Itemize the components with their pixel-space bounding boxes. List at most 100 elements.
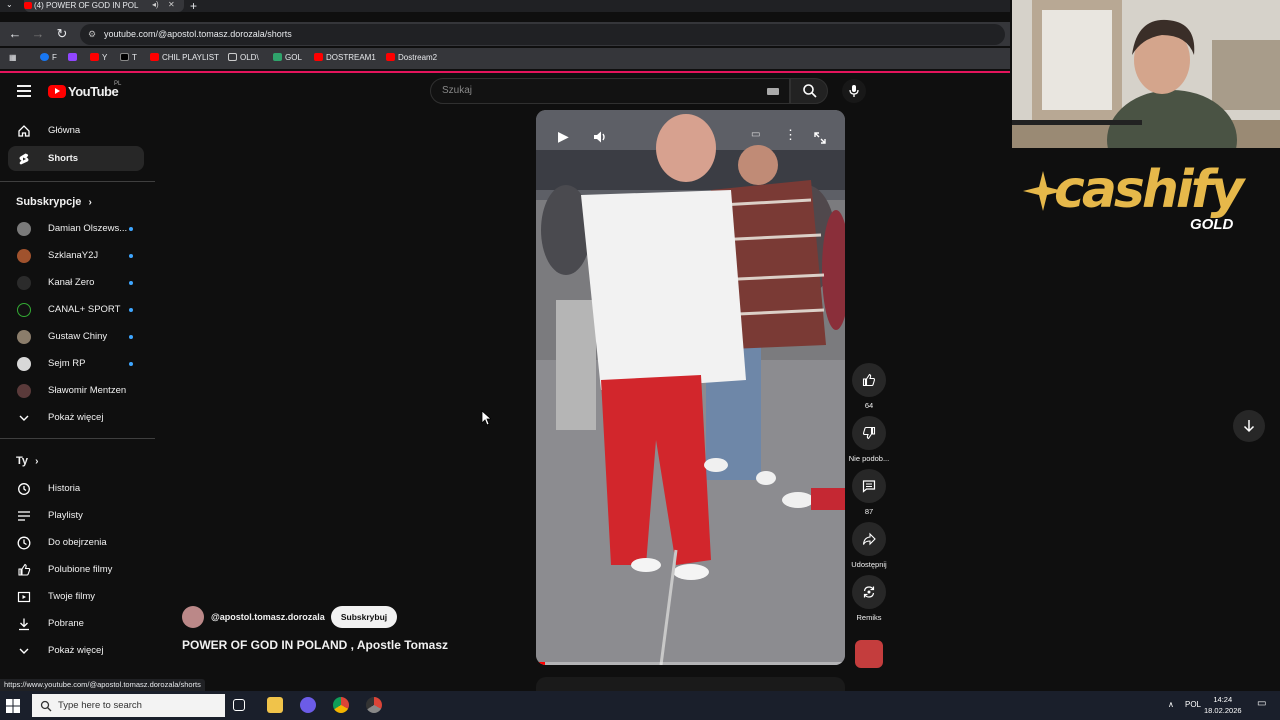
show-more-you[interactable]: Pokaż więcej — [8, 638, 144, 663]
watch-later-icon — [17, 536, 31, 550]
video-frame — [536, 110, 845, 665]
sidebar-item-playlists[interactable]: Playlisty — [8, 503, 144, 528]
file-explorer-icon[interactable] — [267, 697, 283, 713]
more-options-icon[interactable]: ⋮ — [784, 127, 797, 143]
channel-avatar[interactable] — [182, 606, 204, 628]
next-short-button[interactable] — [1233, 410, 1265, 442]
region-code: PL — [114, 81, 122, 87]
playlists-icon — [18, 511, 30, 521]
bookmark-gol[interactable]: GOL — [273, 53, 302, 62]
channel-handle[interactable]: @apostol.tomasz.dorozala — [211, 612, 325, 622]
accent-divider — [0, 71, 1010, 73]
subscribe-button[interactable]: Subskrybuj — [331, 606, 397, 628]
you-header[interactable]: Ty › — [16, 455, 38, 467]
avatar — [17, 276, 31, 290]
your-videos-icon — [17, 591, 31, 603]
task-view-icon[interactable] — [233, 699, 245, 711]
browser-tab[interactable]: (4) POWER OF GOD IN POL — [24, 0, 184, 12]
new-content-dot — [129, 281, 133, 285]
new-content-dot — [129, 362, 133, 366]
bookmark-old-folder[interactable]: OLD\ — [228, 53, 259, 62]
apps-grid-icon[interactable]: ▦ — [9, 53, 17, 62]
sidebar-divider — [0, 438, 155, 439]
channel-avatar-thumbnail[interactable] — [855, 640, 883, 668]
subscriptions-header[interactable]: Subskrypcje › — [16, 196, 92, 208]
url-text: youtube.com/@apostol.tomasz.dorozala/sho… — [104, 29, 292, 39]
remix-label: Remiks — [856, 613, 882, 622]
comment-icon — [862, 480, 876, 493]
reload-button[interactable]: ↻ — [54, 27, 70, 40]
avatar — [17, 222, 31, 236]
subscription-item[interactable]: CANAL+ SPORT — [8, 297, 144, 322]
bookmark-facebook[interactable]: F — [40, 53, 57, 62]
captions-icon[interactable]: ▭ — [751, 129, 760, 140]
share-action[interactable]: Udostępnij — [851, 522, 887, 569]
notification-icon[interactable]: ▭ — [1257, 698, 1266, 709]
subscription-item[interactable]: Sejm RP — [8, 351, 144, 376]
subscription-item[interactable]: Sławomir Mentzen — [8, 378, 144, 403]
youtube-play-icon — [48, 85, 66, 99]
language-indicator[interactable]: POL — [1185, 700, 1201, 709]
taskbar-search-input[interactable]: Type here to search — [32, 694, 225, 717]
search-button[interactable] — [790, 78, 828, 104]
sidebar-item-shorts[interactable]: Shorts — [8, 146, 144, 171]
keyboard-icon[interactable] — [767, 88, 779, 95]
new-tab-button[interactable]: + — [190, 0, 197, 13]
search-input[interactable]: Szukaj — [430, 78, 790, 104]
bookmark-youtube[interactable]: Y — [90, 53, 107, 62]
like-action[interactable]: 64 — [852, 363, 886, 410]
mic-icon — [849, 85, 859, 97]
chevron-down-icon — [19, 648, 29, 654]
remix-icon — [863, 586, 875, 598]
bookmarks-bar: ▦ F Y T CHIL PLAYLIST OLD\ GOL DOSTREAM1… — [0, 48, 1010, 69]
chrome-alt-icon[interactable] — [366, 697, 382, 713]
tab-close-icon[interactable]: ✕ — [168, 0, 175, 9]
search-icon — [40, 700, 52, 712]
menu-icon[interactable] — [17, 85, 31, 97]
sidebar-item-history[interactable]: Historia — [8, 476, 144, 501]
url-field[interactable]: ⚙ youtube.com/@apostol.tomasz.dorozala/s… — [80, 24, 1005, 45]
bookmark-chil-playlist[interactable]: CHIL PLAYLIST — [150, 53, 219, 62]
youtube-logo[interactable]: YouTube PL — [48, 81, 122, 101]
tab-audio-icon[interactable]: ◂) — [152, 0, 159, 9]
bookmark-dostream2[interactable]: Dostream2 — [386, 53, 437, 62]
chrome-icon[interactable] — [333, 697, 349, 713]
forward-button[interactable]: → — [30, 27, 46, 40]
tab-title: (4) POWER OF GOD IN POL — [34, 1, 139, 10]
voice-search-button[interactable] — [842, 79, 866, 103]
sidebar-item-liked[interactable]: Polubione filmy — [8, 557, 144, 582]
play-icon[interactable]: ▶ — [558, 128, 569, 145]
tab-search-icon[interactable]: ⌄ — [6, 0, 13, 9]
bookmark-x[interactable]: T — [120, 53, 137, 62]
sidebar-item-home[interactable]: Główna — [8, 118, 144, 143]
fullscreen-icon[interactable] — [813, 131, 827, 145]
share-label: Udostępnij — [851, 560, 887, 569]
show-more-subscriptions[interactable]: Pokaż więcej — [8, 405, 144, 430]
bookmark-dostream1[interactable]: DOSTREAM1 — [314, 53, 376, 62]
short-video-player[interactable]: ▶ ▭ ⋮ — [536, 110, 845, 665]
dislike-action[interactable]: Nie podob... — [849, 416, 889, 463]
subscription-item[interactable]: SzklanaY2J — [8, 243, 144, 268]
windows-start-icon[interactable] — [6, 699, 20, 713]
sidebar-item-watch-later[interactable]: Do obejrzenia — [8, 530, 144, 555]
chevron-down-icon — [19, 415, 29, 421]
webcam-overlay — [1012, 0, 1280, 148]
app-icon[interactable] — [300, 697, 316, 713]
subscription-item[interactable]: Damian Olszews... — [8, 216, 144, 241]
site-info-icon[interactable]: ⚙ — [88, 24, 96, 45]
back-button[interactable]: ← — [7, 27, 23, 40]
avatar — [17, 330, 31, 344]
video-progress-bar[interactable] — [536, 662, 845, 665]
subscription-item[interactable]: Gustaw Chiny — [8, 324, 144, 349]
clock[interactable]: 14:24 18.02.2026 — [1204, 694, 1242, 716]
subscription-item[interactable]: Kanał Zero — [8, 270, 144, 295]
short-title[interactable]: POWER OF GOD IN POLAND , Apostle Tomasz — [182, 638, 448, 652]
volume-icon[interactable] — [592, 129, 608, 145]
shorts-icon — [19, 153, 29, 165]
remix-action[interactable]: Remiks — [852, 575, 886, 622]
bookmark-twitch[interactable] — [68, 53, 80, 62]
sidebar-item-your-videos[interactable]: Twoje filmy — [8, 584, 144, 609]
sidebar-item-downloads[interactable]: Pobrane — [8, 611, 144, 636]
comments-action[interactable]: 87 — [852, 469, 886, 516]
tray-chevron-icon[interactable]: ∧ — [1168, 700, 1174, 709]
